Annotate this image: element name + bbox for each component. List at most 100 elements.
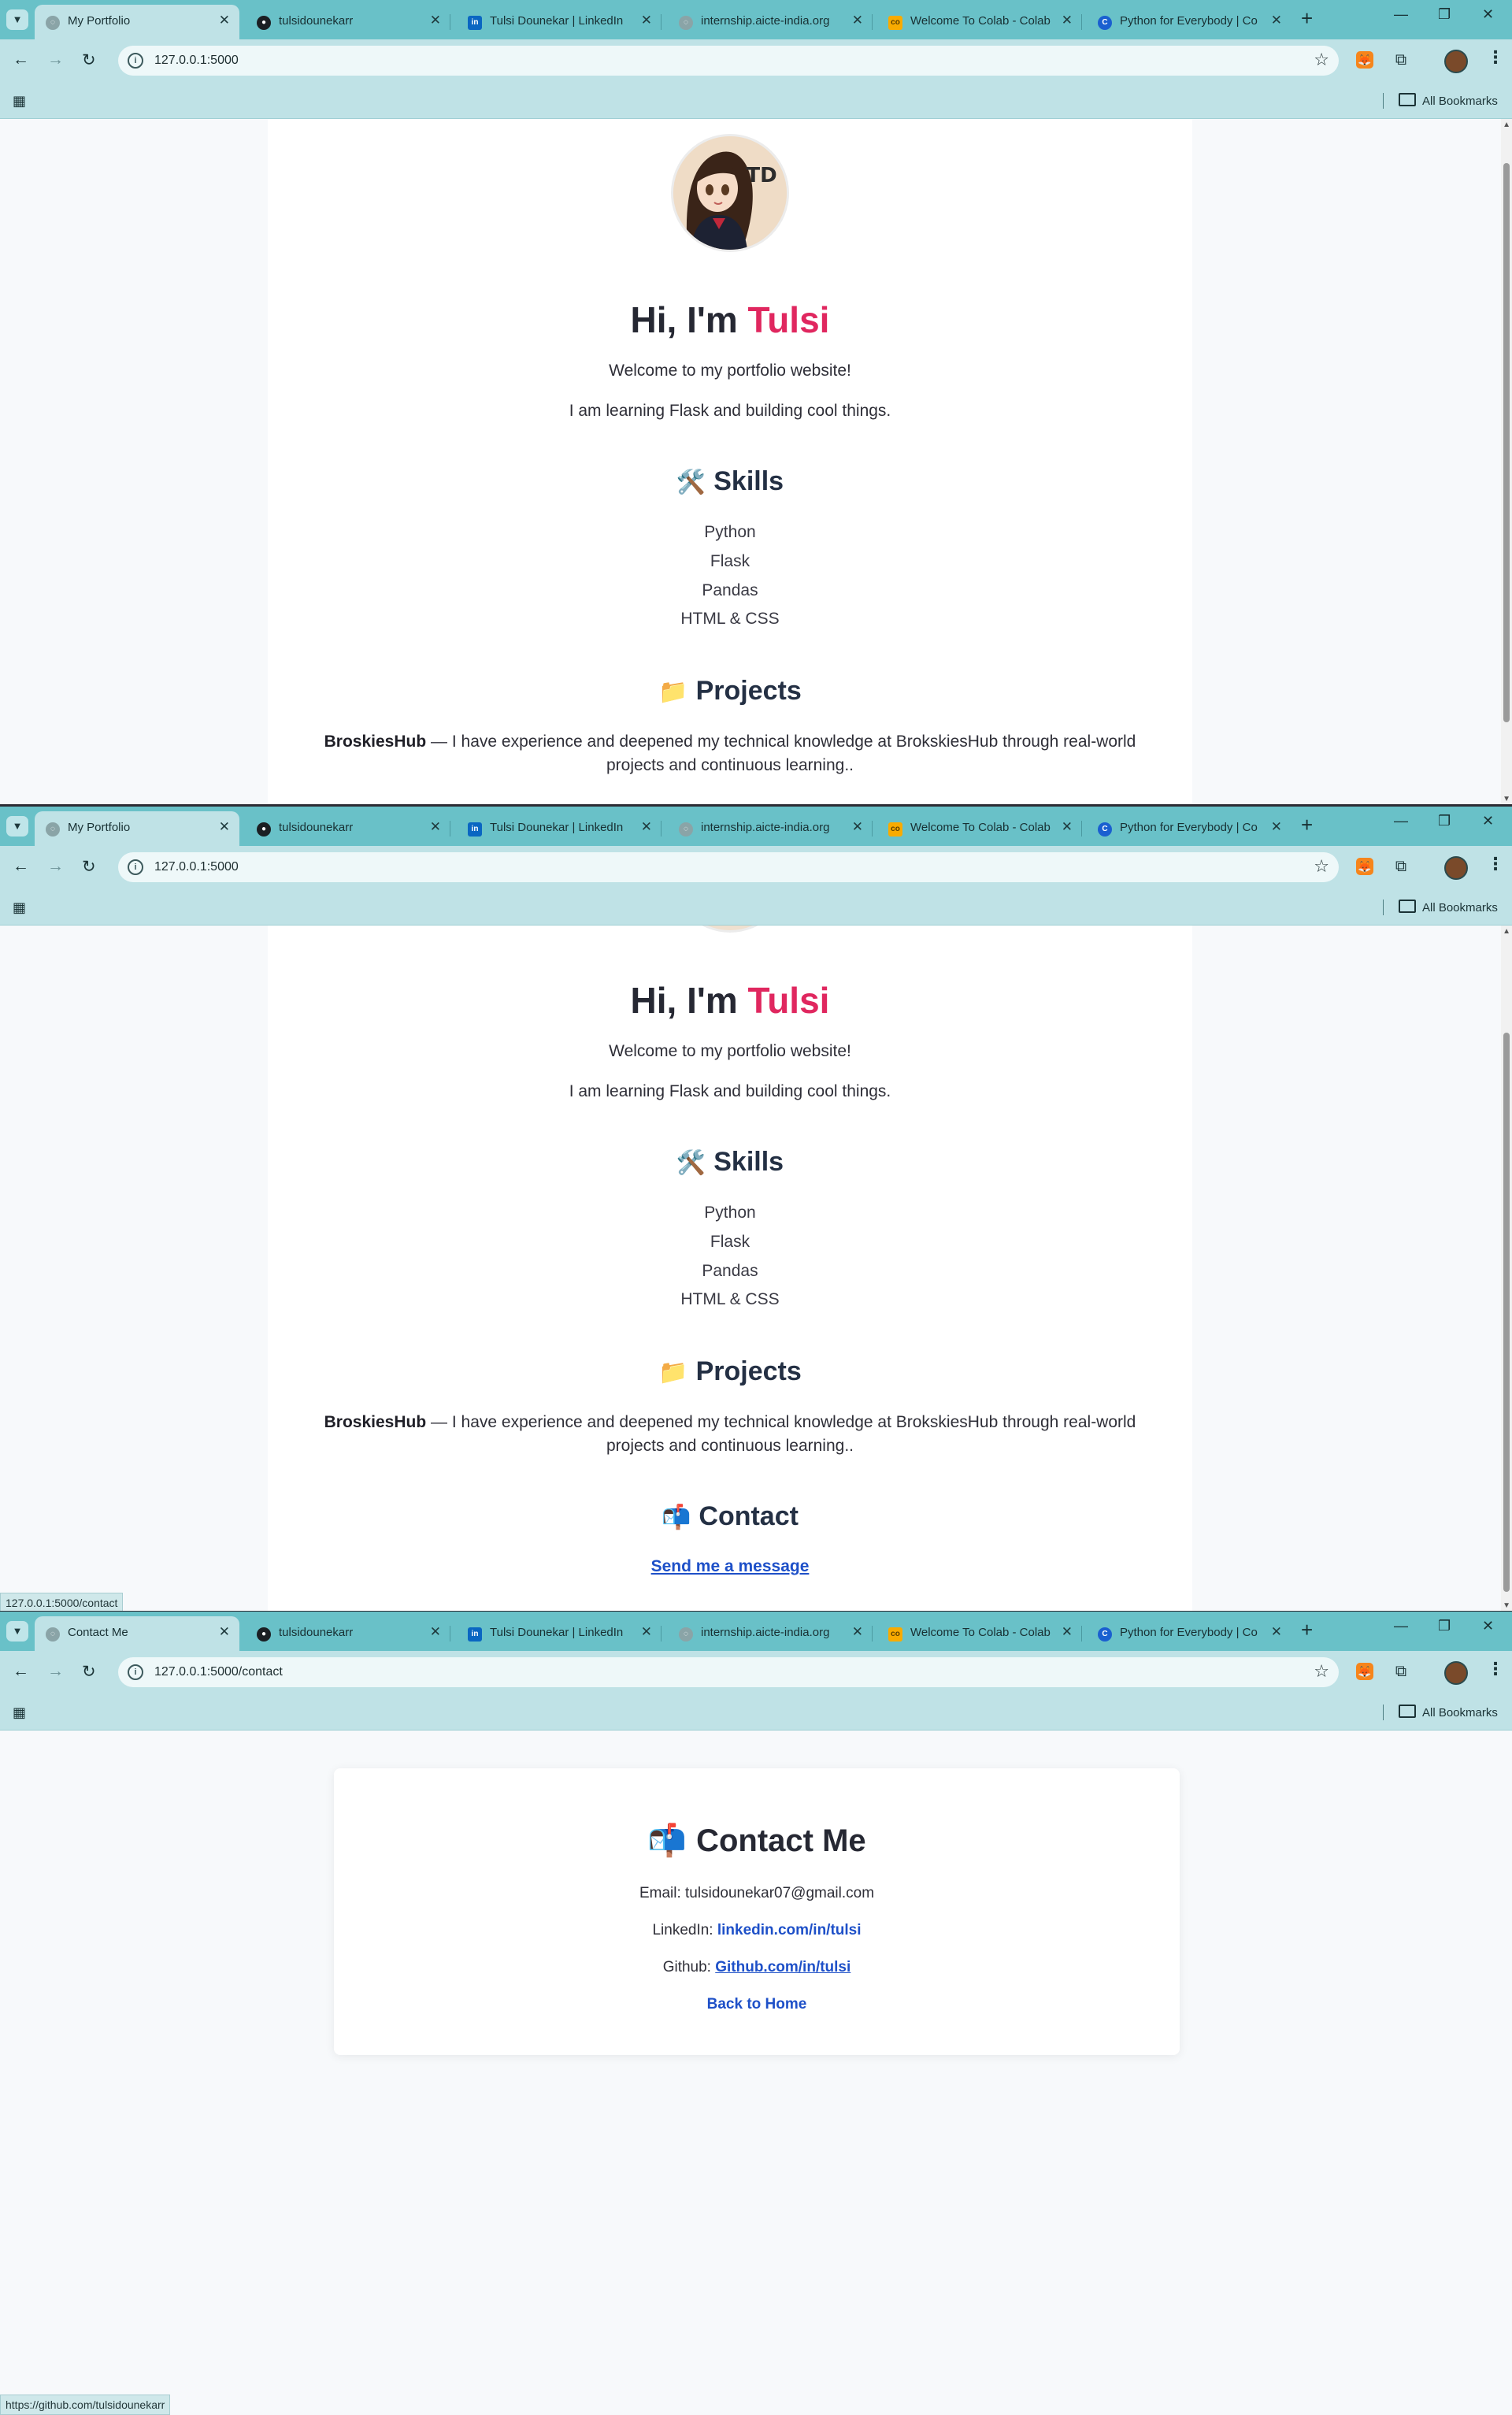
close-tab-icon[interactable]: ✕ (1062, 1624, 1073, 1640)
tab-python[interactable]: C Python for Everybody | Co ✕ (1087, 811, 1292, 846)
toolbar: ← → ↻ i 127.0.0.1:5000 ☆ 🦊 ⧉ ⋮ (0, 39, 1512, 83)
site-info-icon[interactable]: i (128, 53, 143, 69)
new-tab-button[interactable]: + (1301, 1618, 1313, 1642)
close-tab-icon[interactable]: ✕ (219, 13, 230, 28)
close-tab-icon[interactable]: ✕ (641, 13, 652, 28)
address-bar[interactable]: i 127.0.0.1:5000 ☆ (118, 852, 1339, 882)
tab-my-portfolio[interactable]: ◌ My Portfolio ✕ (35, 811, 239, 846)
scrollbar[interactable]: ▲ ▼ (1501, 926, 1512, 1612)
close-tab-icon[interactable]: ✕ (1271, 1624, 1282, 1640)
metamask-icon[interactable]: 🦊 (1356, 858, 1373, 875)
all-bookmarks-button[interactable]: All Bookmarks (1399, 93, 1498, 108)
tab-contact-me[interactable]: ◌ Contact Me ✕ (35, 1616, 239, 1651)
menu-icon[interactable]: ⋮ (1487, 854, 1504, 874)
menu-icon[interactable]: ⋮ (1487, 47, 1504, 68)
profile-avatar-icon[interactable] (1444, 1661, 1468, 1685)
close-tab-icon[interactable]: ✕ (852, 819, 863, 835)
page-viewport[interactable]: 📬 Contact Me Email: tulsidounekar07@gmail… (0, 1731, 1512, 2415)
tab-github[interactable]: ● tulsidounekarr ✕ (246, 5, 450, 39)
tab-github[interactable]: ● tulsidounekarr ✕ (246, 811, 450, 846)
tab-colab[interactable]: co Welcome To Colab - Colab ✕ (877, 1616, 1082, 1651)
apps-grid-icon[interactable]: ▦ (13, 1705, 26, 1721)
tab-aicte[interactable]: ◌ internship.aicte-india.org ✕ (668, 811, 873, 846)
bookmark-star-icon[interactable]: ☆ (1314, 50, 1329, 70)
close-tab-icon[interactable]: ✕ (641, 819, 652, 835)
close-tab-icon[interactable]: ✕ (1062, 13, 1073, 28)
close-tab-icon[interactable]: ✕ (852, 1624, 863, 1640)
github-line: Github: Github.com/in/tulsi (662, 1959, 851, 1975)
reload-icon[interactable]: ↻ (82, 50, 96, 70)
reload-icon[interactable]: ↻ (82, 1662, 96, 1682)
close-tab-icon[interactable]: ✕ (219, 819, 230, 835)
close-window-icon[interactable]: ✕ (1482, 813, 1494, 829)
tab-python[interactable]: C Python for Everybody | Co ✕ (1087, 5, 1292, 39)
tab-linkedin[interactable]: in Tulsi Dounekar | LinkedIn ✕ (457, 1616, 662, 1651)
minimize-icon[interactable]: — (1394, 6, 1408, 23)
send-message-link[interactable]: Send me a message (651, 1557, 810, 1575)
all-bookmarks-button[interactable]: All Bookmarks (1399, 900, 1498, 914)
tab-linkedin[interactable]: in Tulsi Dounekar | LinkedIn ✕ (457, 5, 662, 39)
page-viewport[interactable]: TD Hi, I'm Tulsi Welcome to my portfolio… (0, 119, 1512, 805)
tab-search-button[interactable]: ▼ (6, 9, 28, 30)
minimize-icon[interactable]: — (1394, 813, 1408, 829)
tab-colab[interactable]: co Welcome To Colab - Colab ✕ (877, 5, 1082, 39)
new-tab-button[interactable]: + (1301, 6, 1313, 31)
page-viewport[interactable]: Hi, I'm Tulsi Welcome to my portfolio we… (0, 926, 1512, 1612)
tab-aicte[interactable]: ◌ internship.aicte-india.org ✕ (668, 1616, 873, 1651)
forward-icon[interactable]: → (47, 50, 64, 69)
restore-icon[interactable]: ❐ (1438, 6, 1451, 23)
site-info-icon[interactable]: i (128, 859, 143, 875)
linkedin-link[interactable]: linkedin.com/in/tulsi (717, 1922, 862, 1938)
extensions-icon[interactable]: ⧉ (1392, 1663, 1410, 1680)
scroll-thumb[interactable] (1503, 163, 1510, 722)
reload-icon[interactable]: ↻ (82, 857, 96, 877)
back-icon[interactable]: ← (13, 857, 29, 876)
tab-search-button[interactable]: ▼ (6, 816, 28, 837)
close-window-icon[interactable]: ✕ (1482, 6, 1494, 23)
back-icon[interactable]: ← (13, 50, 29, 69)
profile-avatar-icon[interactable] (1444, 856, 1468, 880)
metamask-icon[interactable]: 🦊 (1356, 1663, 1373, 1680)
tab-python[interactable]: C Python for Everybody | Co ✕ (1087, 1616, 1292, 1651)
new-tab-button[interactable]: + (1301, 813, 1313, 837)
all-bookmarks-button[interactable]: All Bookmarks (1399, 1705, 1498, 1719)
close-tab-icon[interactable]: ✕ (430, 1624, 441, 1640)
extensions-icon[interactable]: ⧉ (1392, 51, 1410, 69)
forward-icon[interactable]: → (47, 1662, 64, 1681)
tab-linkedin[interactable]: in Tulsi Dounekar | LinkedIn ✕ (457, 811, 662, 846)
close-tab-icon[interactable]: ✕ (1062, 819, 1073, 835)
close-tab-icon[interactable]: ✕ (1271, 13, 1282, 28)
bookmark-star-icon[interactable]: ☆ (1314, 1661, 1329, 1682)
close-tab-icon[interactable]: ✕ (430, 819, 441, 835)
apps-grid-icon[interactable]: ▦ (13, 900, 26, 916)
back-to-home-link[interactable]: Back to Home (707, 1996, 807, 2012)
restore-icon[interactable]: ❐ (1438, 1618, 1451, 1634)
scrollbar[interactable]: ▲ ▼ (1501, 119, 1512, 805)
close-tab-icon[interactable]: ✕ (1271, 819, 1282, 835)
tab-colab[interactable]: co Welcome To Colab - Colab ✕ (877, 811, 1082, 846)
address-bar[interactable]: i 127.0.0.1:5000 ☆ (118, 46, 1339, 76)
close-window-icon[interactable]: ✕ (1482, 1618, 1494, 1634)
back-icon[interactable]: ← (13, 1662, 29, 1681)
apps-grid-icon[interactable]: ▦ (13, 93, 26, 109)
close-tab-icon[interactable]: ✕ (430, 13, 441, 28)
metamask-icon[interactable]: 🦊 (1356, 51, 1373, 69)
menu-icon[interactable]: ⋮ (1487, 1659, 1504, 1679)
extensions-icon[interactable]: ⧉ (1392, 858, 1410, 875)
tab-search-button[interactable]: ▼ (6, 1621, 28, 1642)
minimize-icon[interactable]: — (1394, 1618, 1408, 1634)
forward-icon[interactable]: → (47, 857, 64, 876)
bookmark-star-icon[interactable]: ☆ (1314, 856, 1329, 877)
close-tab-icon[interactable]: ✕ (641, 1624, 652, 1640)
github-link[interactable]: Github.com/in/tulsi (715, 1959, 850, 1975)
close-tab-icon[interactable]: ✕ (219, 1624, 230, 1640)
close-tab-icon[interactable]: ✕ (852, 13, 863, 28)
site-info-icon[interactable]: i (128, 1664, 143, 1680)
restore-icon[interactable]: ❐ (1438, 813, 1451, 829)
tab-github[interactable]: ● tulsidounekarr ✕ (246, 1616, 450, 1651)
address-bar[interactable]: i 127.0.0.1:5000/contact ☆ (118, 1657, 1339, 1687)
tab-my-portfolio[interactable]: ◌ My Portfolio ✕ (35, 5, 239, 39)
profile-avatar-icon[interactable] (1444, 50, 1468, 73)
scroll-thumb[interactable] (1503, 1033, 1510, 1592)
tab-aicte[interactable]: ◌ internship.aicte-india.org ✕ (668, 5, 873, 39)
